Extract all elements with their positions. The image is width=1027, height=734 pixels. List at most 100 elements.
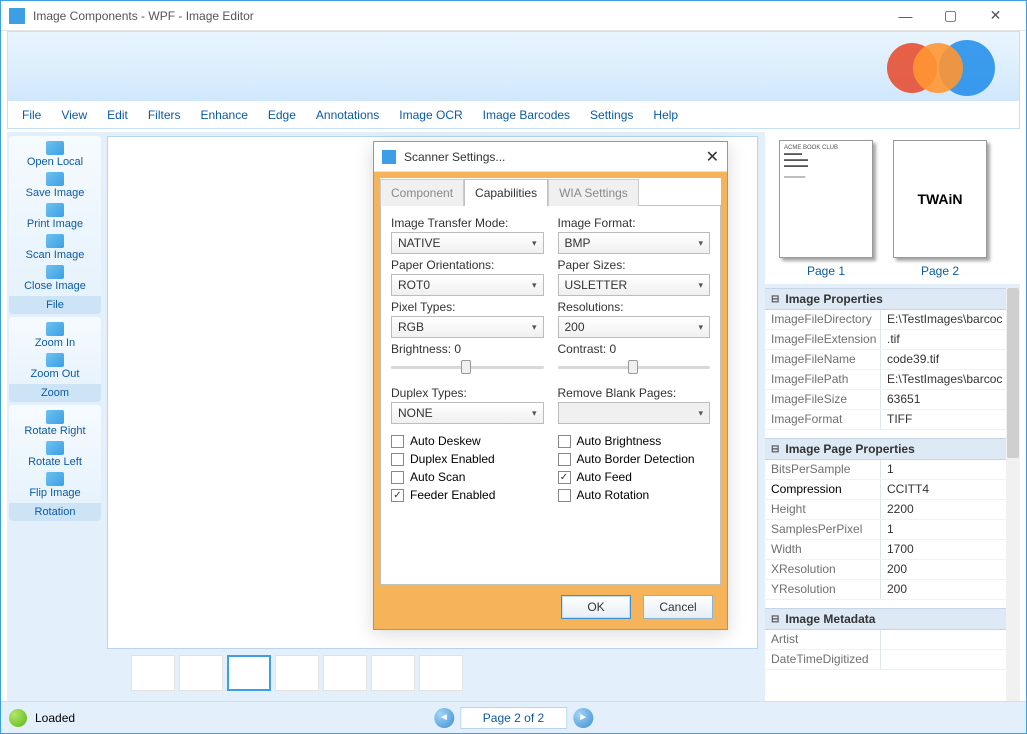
select-paper-sizes[interactable]: USLETTER — [558, 274, 711, 296]
property-row[interactable]: SamplesPerPixel1 — [765, 520, 1020, 540]
checkbox-box[interactable] — [558, 489, 571, 502]
property-row[interactable]: Height2200 — [765, 500, 1020, 520]
property-row[interactable]: Width1700 — [765, 540, 1020, 560]
tool-rotate-left-label: Rotate Left — [28, 456, 82, 468]
menu-help[interactable]: Help — [645, 104, 686, 126]
property-row[interactable]: YResolution200 — [765, 580, 1020, 600]
checkbox-auto-feed[interactable]: ✓Auto Feed — [558, 468, 711, 486]
properties-scrollbar[interactable] — [1006, 288, 1020, 701]
page-2-label: Page 2 — [921, 264, 959, 278]
thumb-3[interactable] — [227, 655, 271, 691]
checkbox-box[interactable] — [391, 453, 404, 466]
checkbox-feeder-enabled[interactable]: ✓Feeder Enabled — [391, 486, 544, 504]
menu-view[interactable]: View — [53, 104, 95, 126]
ok-button[interactable]: OK — [561, 595, 631, 619]
select-paper-orientations[interactable]: ROT0 — [391, 274, 544, 296]
menu-image-ocr[interactable]: Image OCR — [391, 104, 470, 126]
property-row[interactable]: Artist — [765, 630, 1020, 650]
thumb-7[interactable] — [419, 655, 463, 691]
slider-brightness-knob[interactable] — [461, 360, 471, 374]
tool-group-file: Open Local Save Image Print Image Scan I… — [9, 136, 101, 314]
slider-brightness[interactable] — [391, 358, 544, 376]
checkbox-auto-deskew[interactable]: Auto Deskew — [391, 432, 544, 450]
tab-capabilities[interactable]: Capabilities — [464, 179, 548, 206]
dialog-titlebar[interactable]: Scanner Settings... ✕ — [374, 142, 727, 172]
properties-panel[interactable]: Image Properties ImageFileDirectoryE:\Te… — [765, 288, 1020, 701]
menu-annotations[interactable]: Annotations — [308, 104, 387, 126]
tool-open-local[interactable]: Open Local — [9, 139, 101, 170]
prev-page-button[interactable]: ◄ — [434, 708, 454, 728]
tool-print-image[interactable]: Print Image — [9, 201, 101, 232]
thumb-2[interactable] — [179, 655, 223, 691]
section-image-metadata[interactable]: Image Metadata — [765, 608, 1020, 630]
select-transfer-mode[interactable]: NATIVE — [391, 232, 544, 254]
slider-contrast-knob[interactable] — [628, 360, 638, 374]
tool-scan-image[interactable]: Scan Image — [9, 232, 101, 263]
section-image-properties[interactable]: Image Properties — [765, 288, 1020, 310]
select-duplex-types[interactable]: NONE — [391, 402, 544, 424]
menu-edge[interactable]: Edge — [260, 104, 304, 126]
menu-settings[interactable]: Settings — [582, 104, 641, 126]
property-row[interactable]: ImageFileDirectoryE:\TestImages\barcoc — [765, 310, 1020, 330]
scrollbar-thumb[interactable] — [1007, 288, 1019, 458]
checkbox-box[interactable] — [558, 453, 571, 466]
checkbox-box[interactable] — [391, 471, 404, 484]
menu-enhance[interactable]: Enhance — [193, 104, 256, 126]
tab-wia-settings[interactable]: WIA Settings — [548, 179, 639, 206]
menu-edit[interactable]: Edit — [99, 104, 136, 126]
minimize-button[interactable]: — — [883, 1, 928, 31]
maximize-button[interactable]: ▢ — [928, 1, 973, 31]
select-resolutions[interactable]: 200 — [558, 316, 711, 338]
tool-zoom-out[interactable]: Zoom Out — [9, 351, 101, 382]
property-row[interactable]: BitsPerSample1 — [765, 460, 1020, 480]
checkbox-box[interactable]: ✓ — [558, 471, 571, 484]
tool-close-image[interactable]: Close Image — [9, 263, 101, 294]
cancel-button[interactable]: Cancel — [643, 595, 713, 619]
slider-contrast[interactable] — [558, 358, 711, 376]
tool-save-label: Save Image — [26, 187, 85, 199]
property-row[interactable]: ImageFileSize63651 — [765, 390, 1020, 410]
tab-component[interactable]: Component — [380, 179, 464, 206]
checkbox-duplex-enabled[interactable]: Duplex Enabled — [391, 450, 544, 468]
page-thumb-2[interactable]: TWAiN Page 2 — [893, 140, 987, 278]
property-row[interactable]: DateTimeDigitized — [765, 650, 1020, 670]
property-row[interactable]: ImageFormatTIFF — [765, 410, 1020, 430]
thumb-4[interactable] — [275, 655, 319, 691]
checkbox-box[interactable] — [391, 435, 404, 448]
tool-flip-label: Flip Image — [29, 487, 80, 499]
checkbox-box[interactable] — [558, 435, 571, 448]
menu-file[interactable]: File — [14, 104, 49, 126]
next-page-button[interactable]: ► — [573, 708, 593, 728]
checkbox-auto-brightness[interactable]: Auto Brightness — [558, 432, 711, 450]
checkbox-auto-border-detection[interactable]: Auto Border Detection — [558, 450, 711, 468]
label-contrast: Contrast: 0 — [558, 342, 711, 356]
checkbox-auto-scan[interactable]: Auto Scan — [391, 468, 544, 486]
checkbox-box[interactable]: ✓ — [391, 489, 404, 502]
property-row[interactable]: ImageFileExtension.tif — [765, 330, 1020, 350]
property-row[interactable]: ImageFileNamecode39.tif — [765, 350, 1020, 370]
menu-filters[interactable]: Filters — [140, 104, 189, 126]
thumb-5[interactable] — [323, 655, 367, 691]
checkbox-auto-rotation[interactable]: Auto Rotation — [558, 486, 711, 504]
select-pixel-types[interactable]: RGB — [391, 316, 544, 338]
property-row[interactable]: ImageFilePathE:\TestImages\barcoc — [765, 370, 1020, 390]
property-value: 2200 — [881, 500, 1020, 519]
tool-zoom-in[interactable]: Zoom In — [9, 320, 101, 351]
select-remove-blank[interactable] — [558, 402, 711, 424]
close-button[interactable]: ✕ — [973, 1, 1018, 31]
property-row[interactable]: XResolution200 — [765, 560, 1020, 580]
tool-rotate-left[interactable]: Rotate Left — [9, 439, 101, 470]
tool-rotate-right[interactable]: Rotate Right — [9, 408, 101, 439]
property-row[interactable]: CompressionCCITT4 — [765, 480, 1020, 500]
dialog-tabs: Component Capabilities WIA Settings — [380, 178, 721, 205]
tool-save-image[interactable]: Save Image — [9, 170, 101, 201]
page-thumb-1[interactable]: ACME BOOK CLUB▬▬▬▬▬▬▬▬▬▬▬═════ Page 1 — [779, 140, 873, 280]
select-image-format[interactable]: BMP — [558, 232, 711, 254]
menu-image-barcodes[interactable]: Image Barcodes — [475, 104, 578, 126]
thumb-1[interactable] — [131, 655, 175, 691]
section-image-page-properties[interactable]: Image Page Properties — [765, 438, 1020, 460]
tool-flip-image[interactable]: Flip Image — [9, 470, 101, 501]
status-bar: Loaded ◄ Page 2 of 2 ► — [1, 701, 1026, 733]
thumb-6[interactable] — [371, 655, 415, 691]
dialog-close-button[interactable]: ✕ — [706, 147, 719, 167]
